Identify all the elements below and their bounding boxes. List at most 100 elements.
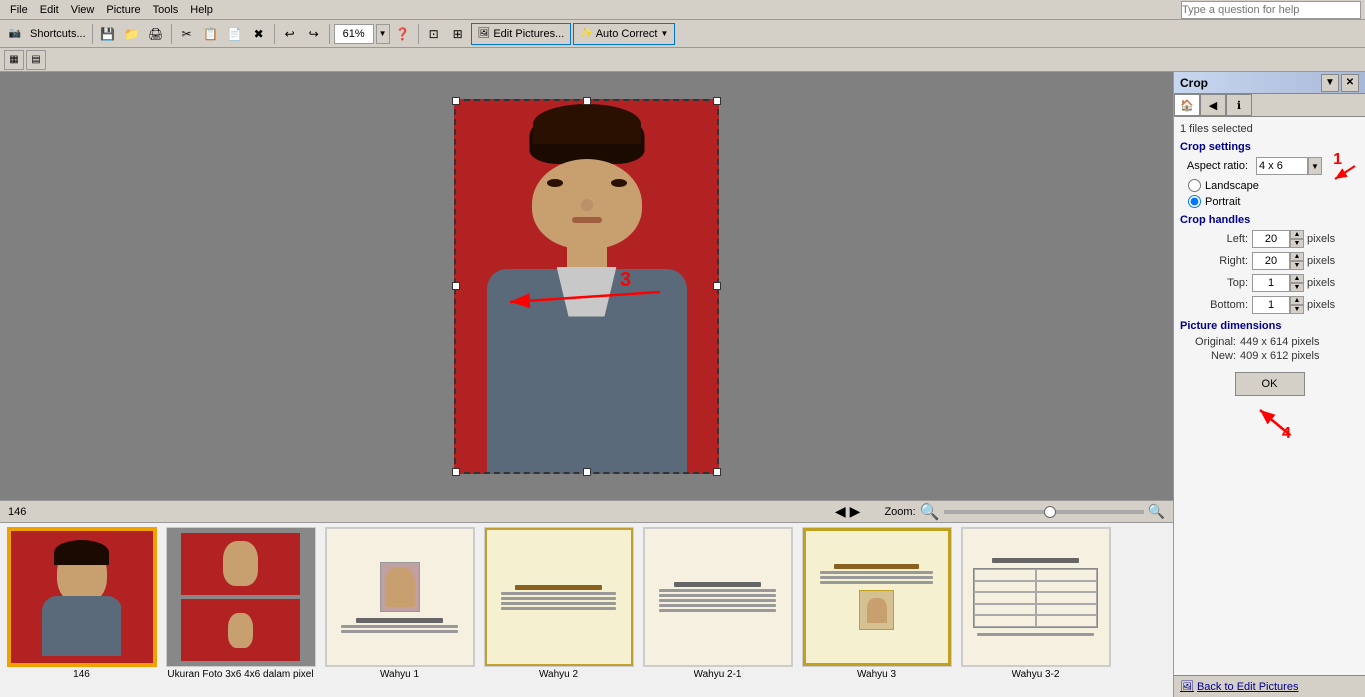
aspect-ratio-row: Aspect ratio: ▼ 1 xyxy=(1180,157,1359,175)
back-label: Back to Edit Pictures xyxy=(1197,681,1299,693)
doc-line xyxy=(501,602,616,605)
zoom-input[interactable] xyxy=(334,24,374,44)
top-down[interactable]: ▼ xyxy=(1290,283,1304,292)
undo-btn[interactable]: ↩ xyxy=(279,23,301,45)
doc-line xyxy=(501,597,616,600)
landscape-radio[interactable] xyxy=(1188,179,1201,192)
original-dim-row: Original: 449 x 614 pixels xyxy=(1180,336,1359,348)
ok-button[interactable]: OK xyxy=(1235,372,1305,396)
thumb-img-wrap-5 xyxy=(802,527,952,667)
new-value: 409 x 612 pixels xyxy=(1240,350,1320,362)
landscape-label[interactable]: Landscape xyxy=(1205,180,1259,192)
shortcuts-label[interactable]: Shortcuts... xyxy=(28,28,88,40)
aspect-ratio-dropdown[interactable]: ▼ xyxy=(1308,157,1322,175)
thumb-doc-5 xyxy=(803,528,951,666)
panel-tab-home[interactable]: 🏠 xyxy=(1174,94,1200,116)
thumbnail-2[interactable]: Wahyu 1 xyxy=(322,527,477,680)
doc-line xyxy=(356,618,444,623)
zoom-help-btn[interactable]: ❓ xyxy=(392,23,414,45)
doc-line xyxy=(659,604,776,607)
menu-view[interactable]: View xyxy=(65,2,101,18)
portrait-radio[interactable] xyxy=(1188,195,1201,208)
thumbnail-0[interactable]: 146 xyxy=(4,527,159,680)
right-up[interactable]: ▲ xyxy=(1290,252,1304,261)
shortcuts-btn[interactable]: 📷 xyxy=(4,23,26,45)
toolbar2: ▦ ▤ xyxy=(0,48,1365,72)
menubar: File Edit View Picture Tools Help xyxy=(0,0,1365,20)
thumb-label-3: Wahyu 2 xyxy=(539,669,578,680)
delete-btn[interactable]: ✖ xyxy=(248,23,270,45)
zoom-fit-btn[interactable]: ⊡ xyxy=(423,23,445,45)
aspect-ratio-input[interactable] xyxy=(1256,157,1308,175)
tb2-btn1[interactable]: ▦ xyxy=(4,50,24,70)
edit-pictures-label: Edit Pictures... xyxy=(493,28,564,40)
back-icon: 🖼 xyxy=(1180,680,1194,693)
sep3 xyxy=(274,24,275,44)
menu-tools[interactable]: Tools xyxy=(147,2,185,18)
zoom-slider-thumb[interactable] xyxy=(1044,506,1056,518)
menu-file[interactable]: File xyxy=(4,2,34,18)
thumb-img-wrap-3 xyxy=(484,527,634,667)
top-up[interactable]: ▲ xyxy=(1290,274,1304,283)
zoom-nav-left[interactable]: ◀ xyxy=(835,503,846,520)
menu-picture[interactable]: Picture xyxy=(100,2,146,18)
menu-help[interactable]: Help xyxy=(184,2,219,18)
print-btn[interactable]: 🖨 xyxy=(145,23,167,45)
thumb-img-wrap-4 xyxy=(643,527,793,667)
bottom-up[interactable]: ▲ xyxy=(1290,296,1304,305)
panel-tab-back[interactable]: ◀ xyxy=(1200,94,1226,116)
paste-btn[interactable]: 📄 xyxy=(224,23,246,45)
zoom-out-btn[interactable]: 🔍 xyxy=(920,502,940,522)
zoom-actual-btn[interactable]: ⊞ xyxy=(447,23,469,45)
zoom-dropdown[interactable]: ▼ xyxy=(376,24,390,44)
thumbnail-5[interactable]: Wahyu 3 xyxy=(799,527,954,680)
thumb-img-wrap-6 xyxy=(961,527,1111,667)
zoom-label: Zoom: xyxy=(884,506,915,518)
left-label: Left: xyxy=(1180,233,1252,245)
edit-pictures-btn[interactable]: 🖼 Edit Pictures... xyxy=(471,23,572,45)
frame-number: 146 xyxy=(8,506,26,518)
right-unit: pixels xyxy=(1304,255,1335,267)
bottom-down[interactable]: ▼ xyxy=(1290,305,1304,314)
status-bar: 146 ◀ ▶ Zoom: 🔍 🔍 xyxy=(0,500,1173,522)
annotation-arrow-4: 4 xyxy=(1240,400,1300,440)
open-btn[interactable]: 📁 xyxy=(121,23,143,45)
left-down[interactable]: ▼ xyxy=(1290,239,1304,248)
bottom-input[interactable] xyxy=(1252,296,1290,314)
thumbnail-6[interactable]: Wahyu 3-2 xyxy=(958,527,1113,680)
left-spinner: ▲ ▼ xyxy=(1290,230,1304,248)
thumb-doc-3 xyxy=(485,528,633,666)
doc-line xyxy=(820,581,934,584)
top-input[interactable] xyxy=(1252,274,1290,292)
back-to-edit-link[interactable]: 🖼 Back to Edit Pictures xyxy=(1174,675,1365,697)
zoom-nav-right[interactable]: ▶ xyxy=(850,503,861,520)
doc-line xyxy=(501,592,616,595)
portrait-label[interactable]: Portrait xyxy=(1205,196,1240,208)
panel-close[interactable]: ✕ xyxy=(1341,74,1359,92)
cut-btn[interactable]: ✂ xyxy=(176,23,198,45)
copy-btn[interactable]: 📋 xyxy=(200,23,222,45)
right-input[interactable] xyxy=(1252,252,1290,270)
left-input[interactable] xyxy=(1252,230,1290,248)
panel-tab-info[interactable]: ℹ xyxy=(1226,94,1252,116)
menu-edit[interactable]: Edit xyxy=(34,2,65,18)
thumb-photo-0 xyxy=(11,531,153,663)
tb2-btn2[interactable]: ▤ xyxy=(26,50,46,70)
canvas-container[interactable]: 3 xyxy=(0,72,1173,500)
left-up[interactable]: ▲ xyxy=(1290,230,1304,239)
right-down[interactable]: ▼ xyxy=(1290,261,1304,270)
redo-btn[interactable]: ↪ xyxy=(303,23,325,45)
auto-correct-btn[interactable]: ✨ Auto Correct ▼ xyxy=(573,23,675,45)
doc-line xyxy=(820,576,934,579)
panel-minimize[interactable]: ▼ xyxy=(1321,74,1339,92)
thumbnail-3[interactable]: Wahyu 2 xyxy=(481,527,636,680)
zoom-slider[interactable] xyxy=(944,510,1144,514)
thumbnail-1[interactable]: Ukuran Foto 3x6 4x6 dalam pixel xyxy=(163,527,318,680)
zoom-in-btn[interactable]: 🔍 xyxy=(1148,503,1165,520)
photo-image xyxy=(454,99,719,474)
save-btn[interactable]: 💾 xyxy=(97,23,119,45)
zoom-ctrl: ◀ ▶ Zoom: 🔍 🔍 xyxy=(835,502,1165,522)
thumb-label-0: 146 xyxy=(73,669,90,680)
thumbnail-4[interactable]: Wahyu 2-1 xyxy=(640,527,795,680)
help-search[interactable] xyxy=(1181,1,1361,19)
